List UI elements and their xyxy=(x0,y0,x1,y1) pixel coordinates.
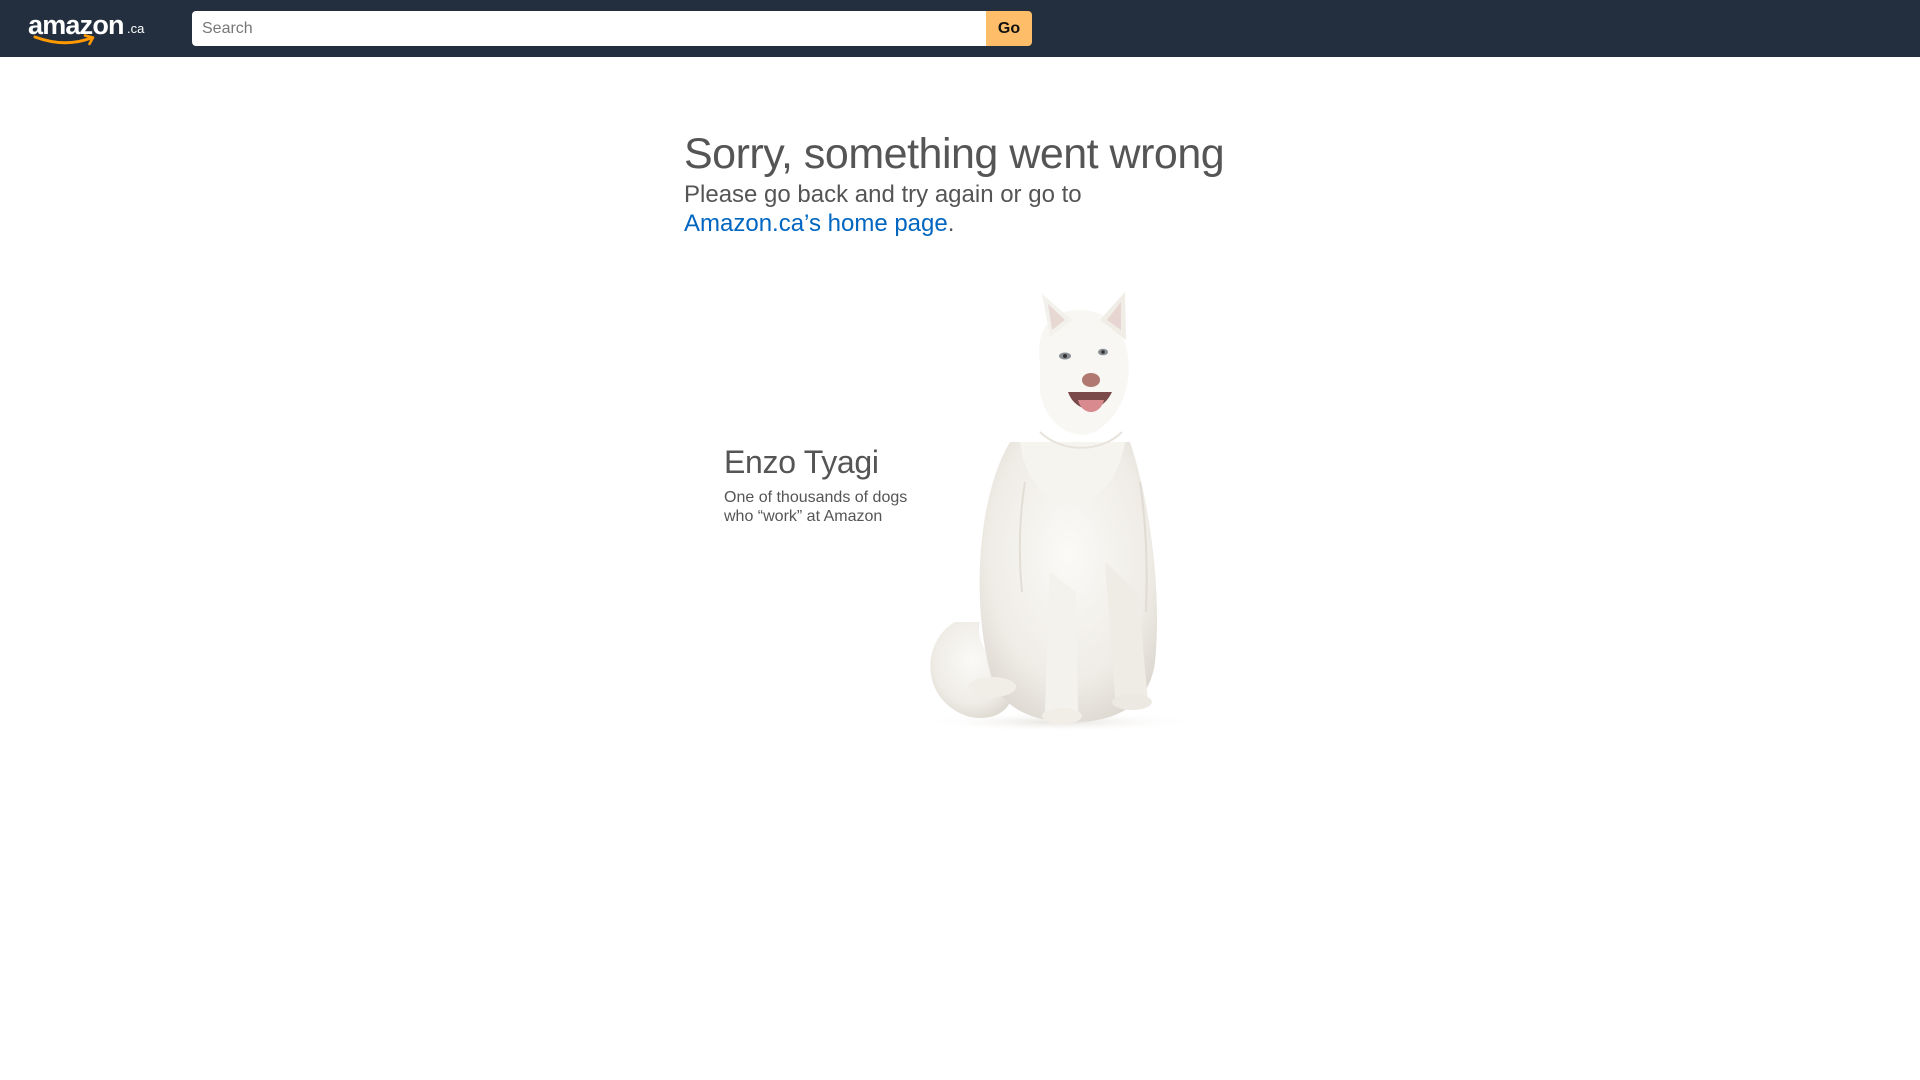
dog-caption-line-2: who “work” at Amazon xyxy=(724,508,883,525)
amazon-logo[interactable]: amazon .ca xyxy=(28,8,148,48)
dog-feature: Enzo Tyagi One of thousands of dogs who … xyxy=(670,262,1255,737)
home-page-link[interactable]: Amazon.ca’s home page xyxy=(684,210,948,237)
dog-caption-line-1: One of thousands of dogs xyxy=(724,489,908,506)
search-input[interactable] xyxy=(192,11,987,46)
top-navigation-bar: amazon .ca Go xyxy=(0,0,1920,57)
error-message-period: . xyxy=(947,210,955,237)
white-husky-dog-image xyxy=(920,292,1200,732)
logo-tld: .ca xyxy=(127,21,145,36)
error-title: Sorry, something went wrong xyxy=(684,130,1225,178)
go-button[interactable]: Go xyxy=(986,11,1032,46)
amazon-smile-icon xyxy=(33,34,95,46)
error-message-section: Sorry, something went wrong Please go ba… xyxy=(684,128,1244,238)
error-message-text: Please go back and try again or go to xyxy=(684,181,1082,208)
dog-name: Enzo Tyagi xyxy=(724,444,879,480)
error-message: Please go back and try again or go to Am… xyxy=(684,180,1244,238)
